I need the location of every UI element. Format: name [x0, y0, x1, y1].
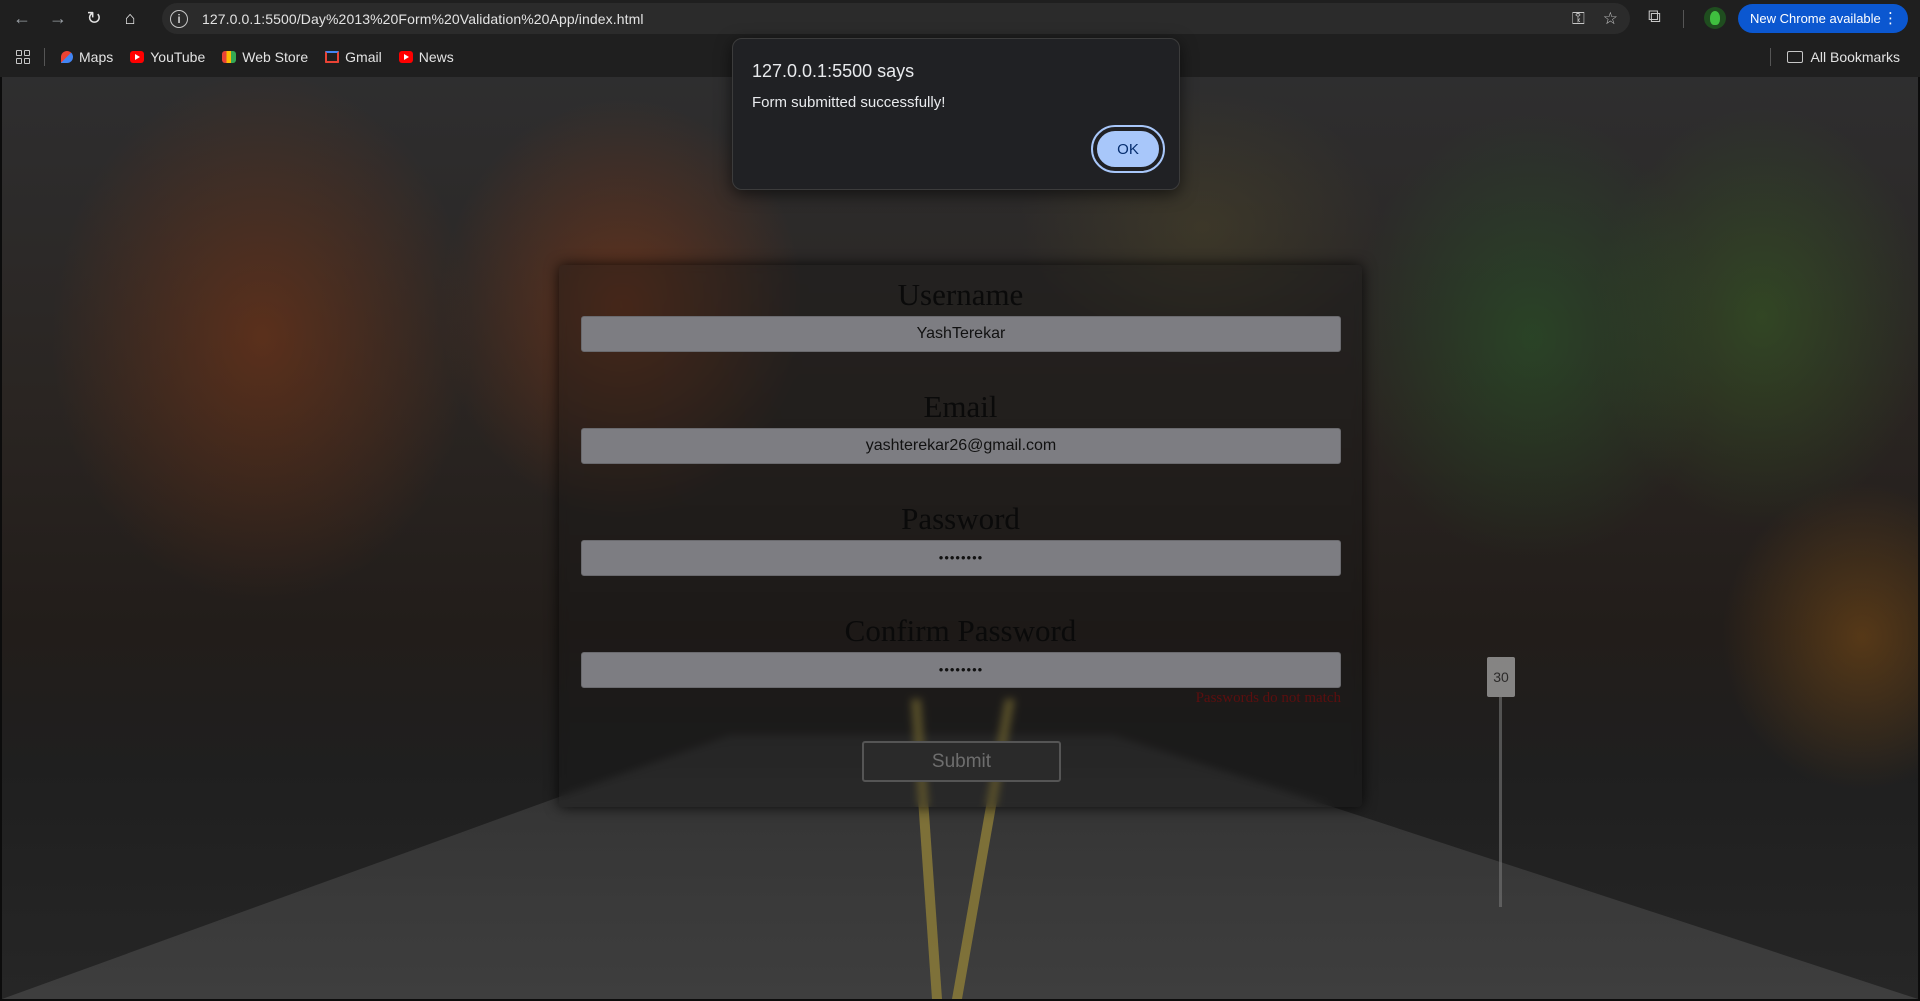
email-input[interactable]: yashterekar26@gmail.com	[581, 428, 1341, 464]
all-bookmarks-button[interactable]: All Bookmarks	[1769, 37, 1900, 77]
update-label: New Chrome available	[1750, 11, 1881, 26]
bookmark-web-store[interactable]: Web Store	[222, 49, 308, 65]
bookmark-label: Gmail	[345, 49, 382, 65]
profile-avatar[interactable]	[1704, 7, 1726, 29]
registration-form: Username YashTerekar Email yashterekar26…	[559, 265, 1362, 807]
url-text[interactable]: 127.0.0.1:5500/Day%2013%20Form%20Validat…	[202, 11, 644, 27]
alert-message: Form submitted successfully!	[752, 94, 946, 111]
all-bookmarks-label: All Bookmarks	[1810, 49, 1900, 65]
youtube-icon	[398, 51, 413, 63]
forward-icon[interactable]: →	[44, 5, 72, 33]
ok-button[interactable]: OK	[1091, 125, 1165, 173]
address-bar[interactable]: i 127.0.0.1:5500/Day%2013%20Form%20Valid…	[162, 3, 1630, 34]
username-input[interactable]: YashTerekar	[581, 316, 1341, 352]
page-viewport: 30 Username YashTerekar Email yashtereka…	[2, 77, 1918, 999]
back-icon[interactable]: ←	[8, 5, 36, 33]
password-mismatch-error: Passwords do not match	[1195, 690, 1341, 706]
password-label: Password	[901, 501, 1020, 536]
bookmark-label: Web Store	[242, 49, 309, 65]
site-info-icon[interactable]: i	[170, 9, 188, 28]
alert-title: 127.0.0.1:5500 says	[752, 61, 915, 81]
extensions-icon[interactable]: ⧉	[1648, 6, 1661, 27]
submit-button[interactable]: Submit	[862, 741, 1061, 782]
bookmark-star-icon[interactable]: ☆	[1603, 9, 1618, 29]
confirm-password-label: Confirm Password	[844, 613, 1077, 648]
bookmark-maps[interactable]: Maps	[61, 49, 113, 65]
webstore-icon	[222, 51, 237, 63]
bookmark-youtube[interactable]: YouTube	[130, 49, 205, 65]
sign-pole	[1499, 697, 1502, 907]
bookmark-news[interactable]: News	[398, 49, 454, 65]
toolbar-divider	[1683, 10, 1684, 28]
reload-icon[interactable]: ↻	[80, 5, 108, 33]
password-key-icon[interactable]: ⚿	[1572, 9, 1585, 29]
folder-icon	[1786, 51, 1803, 63]
home-icon[interactable]: ⌂	[116, 5, 144, 33]
speed-sign: 30	[1487, 657, 1515, 697]
password-input[interactable]: ••••••••	[581, 540, 1341, 576]
confirm-password-input[interactable]: ••••••••	[581, 652, 1341, 688]
apps-grid-icon[interactable]	[16, 50, 30, 64]
bookmarks-divider	[44, 48, 45, 66]
bookmark-label: YouTube	[150, 49, 206, 65]
new-chrome-available-button[interactable]: New Chrome available ⋮	[1738, 4, 1908, 33]
browser-toolbar: ← → ↻ ⌂ i 127.0.0.1:5500/Day%2013%20Form…	[0, 0, 1920, 37]
alert-dialog: 127.0.0.1:5500 says Form submitted succe…	[732, 38, 1180, 190]
email-label: Email	[923, 389, 998, 424]
username-label: Username	[897, 277, 1024, 312]
gmail-icon	[325, 51, 340, 63]
bookmark-gmail[interactable]: Gmail	[325, 49, 382, 65]
youtube-icon	[130, 51, 145, 63]
menu-dots-icon[interactable]: ⋮	[1883, 9, 1898, 27]
maps-icon	[61, 51, 73, 63]
bookmark-label: Maps	[79, 49, 114, 65]
bookmark-label: News	[418, 49, 454, 65]
